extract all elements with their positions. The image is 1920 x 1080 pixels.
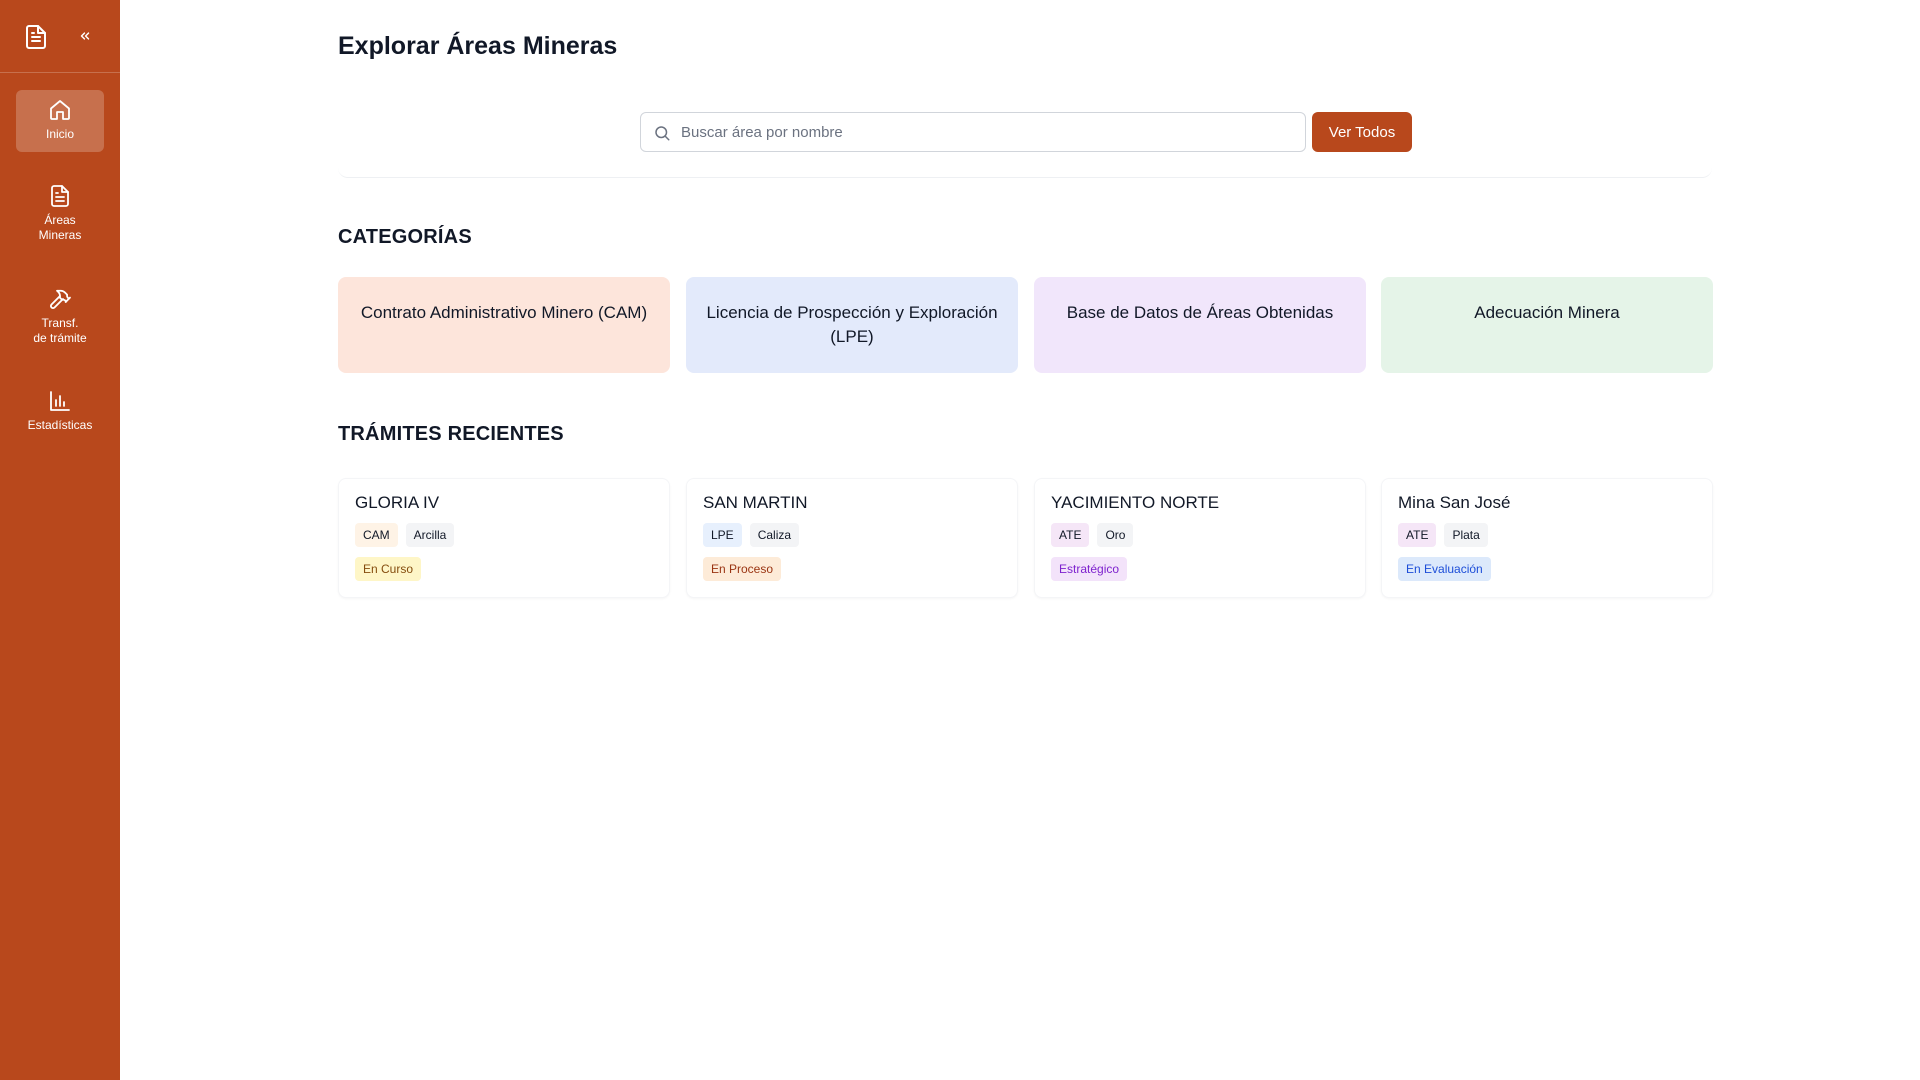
status-badge: En Curso	[355, 557, 422, 581]
recent-card-san-martin[interactable]: SAN MARTIN LPE Caliza En Proceso	[686, 478, 1018, 598]
category-card-lpe[interactable]: Licencia de Prospección y Exploración (L…	[686, 277, 1018, 373]
mineral-tag: Caliza	[749, 523, 800, 547]
category-card-cam[interactable]: Contrato Administrativo Minero (CAM)	[338, 277, 670, 373]
sidebar-item-inicio[interactable]: Inicio	[16, 90, 104, 152]
recent-card-name: GLORIA IV	[355, 493, 440, 512]
collapse-sidebar-button[interactable]	[75, 26, 95, 46]
sidebar-item-label: Estadísticas	[27, 418, 93, 432]
sidebar-item-estadisticas[interactable]: Estadísticas	[16, 387, 104, 443]
app-logo-document-icon	[26, 25, 46, 49]
page-title: Explorar Áreas Mineras	[338, 32, 618, 60]
sidebar-header	[0, 0, 120, 73]
category-label: Licencia de Prospección y Exploración (L…	[706, 303, 998, 346]
type-tag: ATE	[1398, 523, 1437, 547]
sidebar-item-transf-tramite[interactable]: Transf. de trámite	[16, 285, 104, 355]
status-badge: Estratégico	[1051, 557, 1128, 581]
ver-todos-button[interactable]: Ver Todos	[1312, 112, 1412, 152]
document-icon	[51, 185, 69, 207]
mineral-tag: Plata	[1444, 523, 1488, 547]
type-tag: ATE	[1051, 523, 1090, 547]
recent-procedures-title: TRÁMITES RECIENTES	[338, 423, 564, 445]
type-tag: LPE	[703, 523, 742, 547]
category-label: Contrato Administrativo Minero (CAM)	[360, 303, 648, 322]
sidebar-item-areas-mineras[interactable]: Áreas Mineras	[16, 182, 104, 252]
hammer-icon	[50, 289, 71, 309]
recent-card-name: SAN MARTIN	[703, 493, 808, 512]
category-label: Base de Datos de Áreas Obtenidas	[1066, 303, 1334, 322]
recent-card-gloria-iv[interactable]: GLORIA IV CAM Arcilla En Curso	[338, 478, 670, 598]
mineral-tag: Arcilla	[405, 523, 455, 547]
recent-card-yacimiento-norte[interactable]: YACIMIENTO NORTE ATE Oro Estratégico	[1034, 478, 1366, 598]
search-box	[640, 112, 1306, 152]
category-card-adecuacion[interactable]: Adecuación Minera	[1381, 277, 1713, 373]
chevrons-left-icon	[80, 32, 90, 40]
sidebar-item-label: Áreas Mineras	[38, 213, 82, 242]
category-label: Adecuación Minera	[1474, 303, 1620, 322]
recent-card-name: Mina San José	[1398, 493, 1511, 512]
sidebar-item-label: Inicio	[45, 127, 74, 141]
category-card-base-datos[interactable]: Base de Datos de Áreas Obtenidas	[1034, 277, 1366, 373]
search-panel: Ver Todos	[338, 92, 1712, 178]
mineral-tag: Oro	[1097, 523, 1134, 547]
search-input[interactable]	[681, 113, 1291, 151]
status-badge: En Proceso	[703, 557, 782, 581]
bar-chart-icon	[50, 391, 70, 411]
recent-card-mina-san-jose[interactable]: Mina San José ATE Plata En Evaluación	[1381, 478, 1713, 598]
type-tag: CAM	[355, 523, 398, 547]
sidebar-item-label: Transf. de trámite	[33, 316, 87, 345]
categories-title: CATEGORÍAS	[338, 226, 472, 248]
home-icon	[50, 100, 70, 120]
sidebar: Inicio Áreas Mineras Transf. de trámite …	[0, 0, 120, 1080]
search-icon	[655, 126, 670, 141]
recent-card-name: YACIMIENTO NORTE	[1051, 493, 1220, 512]
status-badge: En Evaluación	[1398, 557, 1491, 581]
